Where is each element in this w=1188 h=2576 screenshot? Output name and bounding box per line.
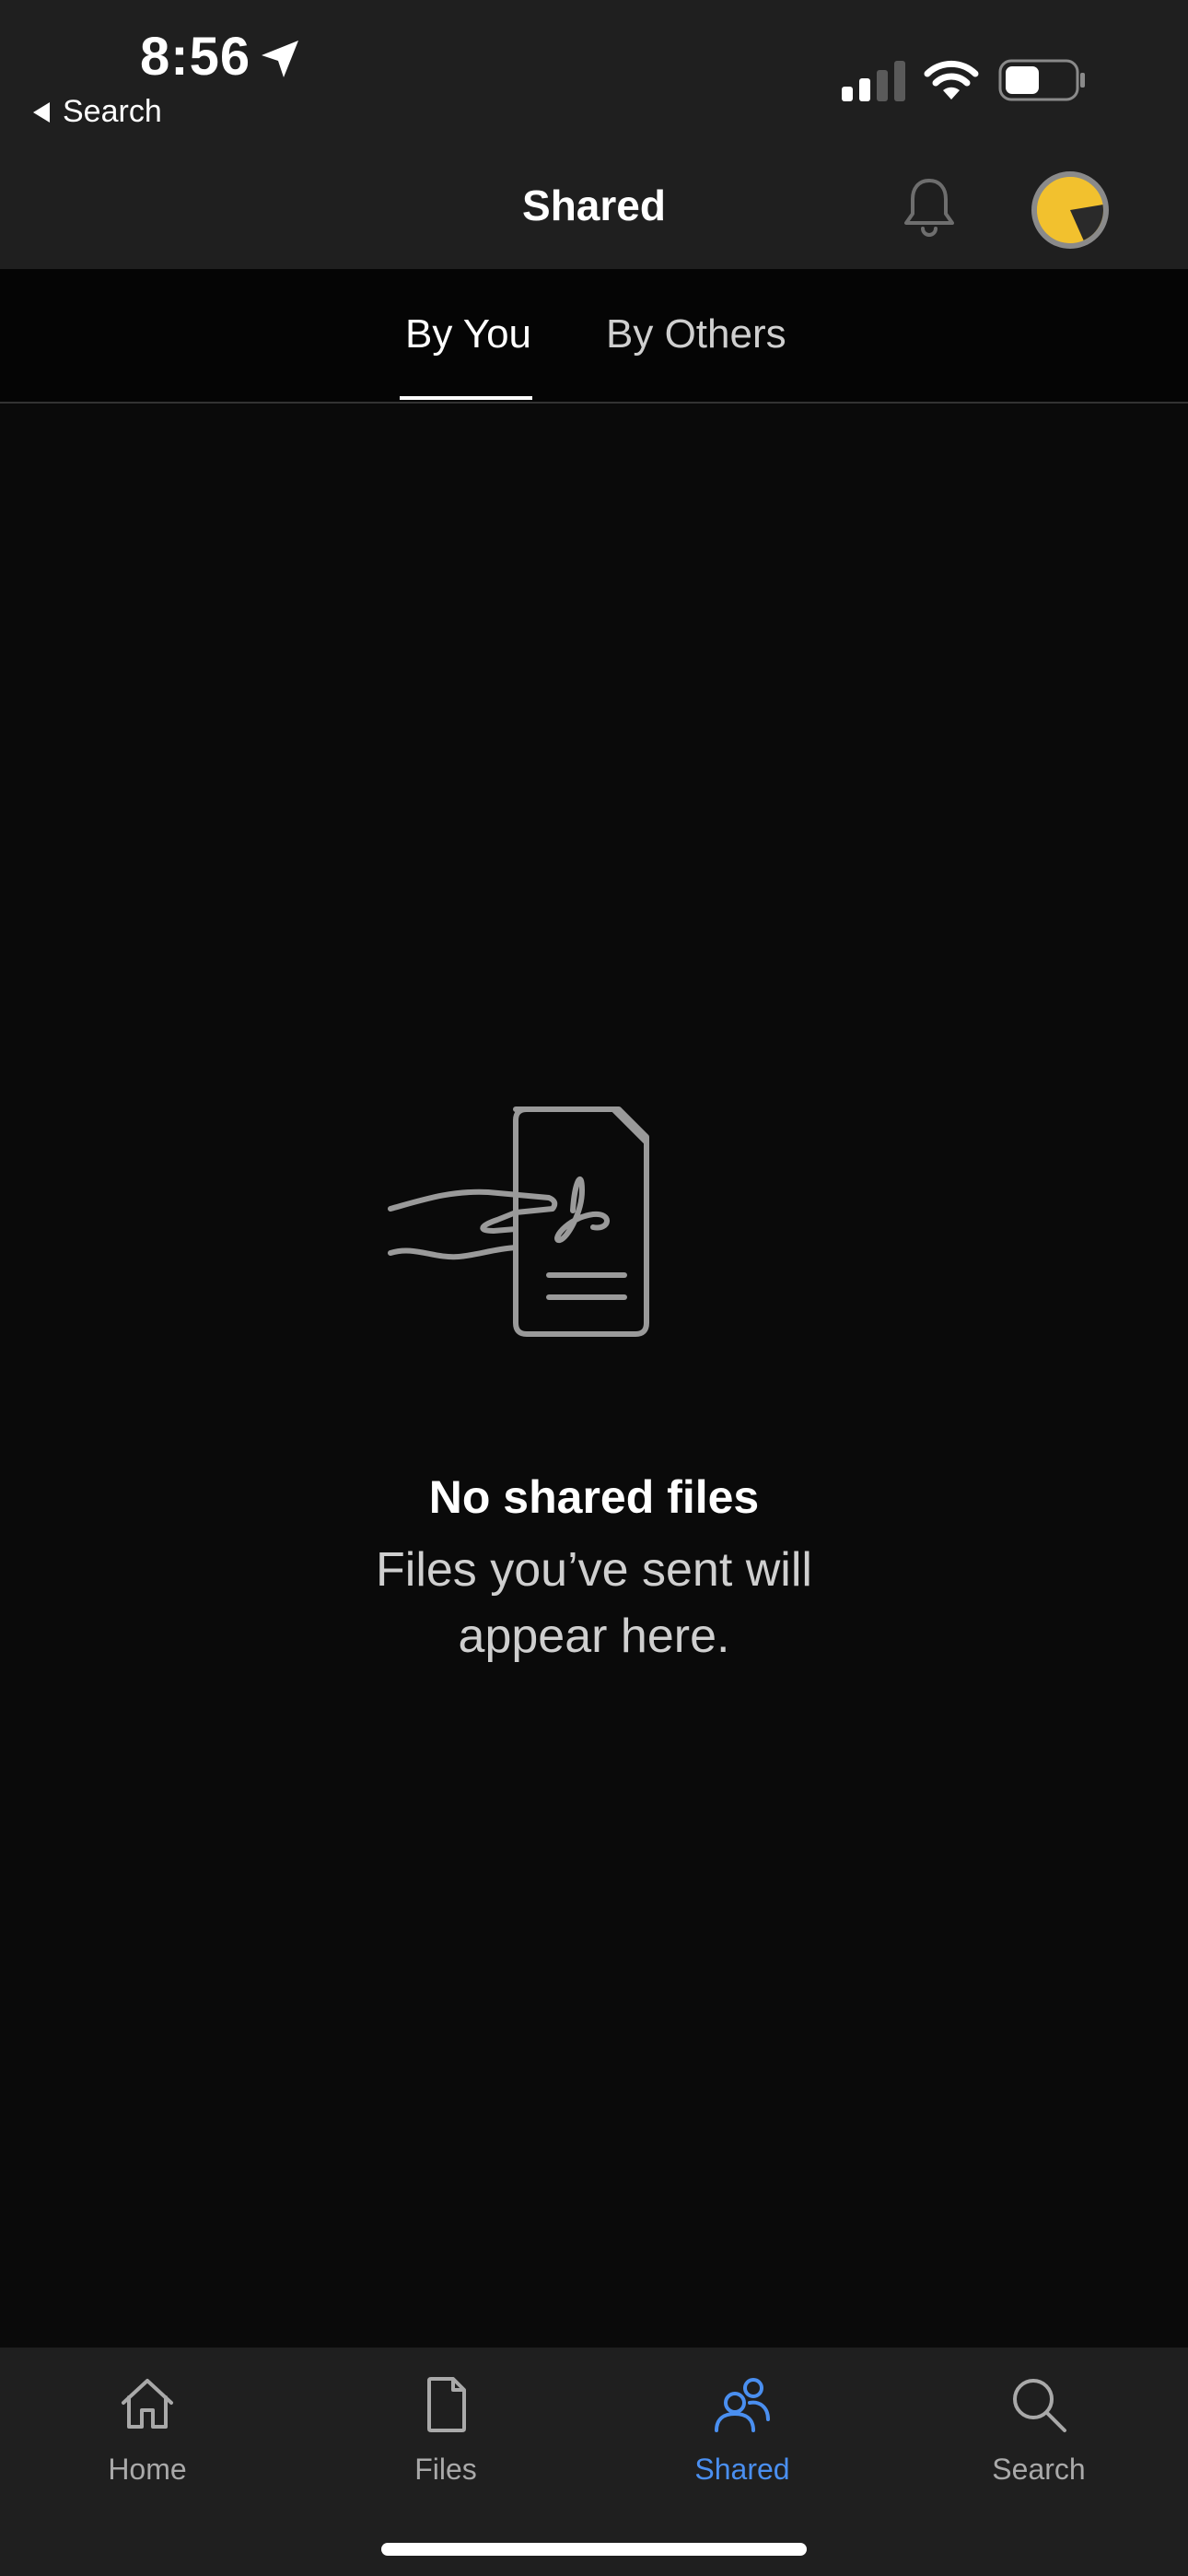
nav-search[interactable]: Search — [947, 2371, 1131, 2487]
nav-search-label: Search — [992, 2453, 1086, 2486]
back-triangle-icon — [33, 101, 50, 123]
wifi-icon — [924, 60, 979, 100]
notification-bell-icon[interactable] — [901, 175, 958, 238]
empty-state-title: No shared files — [428, 1471, 760, 1523]
file-icon — [427, 2377, 466, 2432]
back-to-search-button[interactable]: Search — [33, 94, 162, 130]
home-icon — [122, 2379, 173, 2429]
avatar-graphic — [1037, 177, 1103, 243]
search-icon — [1013, 2379, 1066, 2432]
bottom-tab-bar: Home Files Shared Search — [0, 2348, 1188, 2576]
top-navigation-bar: Shared — [0, 138, 1188, 269]
nav-shared[interactable]: Shared — [650, 2371, 834, 2487]
page-title: Shared — [522, 181, 666, 229]
empty-state-subtitle: Files you’ve sent will appear here. — [376, 1543, 812, 1663]
nav-files[interactable]: Files — [354, 2371, 538, 2487]
nav-home-label: Home — [108, 2453, 187, 2486]
nav-home[interactable]: Home — [55, 2371, 239, 2487]
active-tab-indicator — [400, 396, 532, 400]
shared-people-icon — [715, 2378, 770, 2432]
cellular-signal-icon — [842, 61, 905, 101]
profile-avatar[interactable] — [1031, 171, 1109, 249]
home-indicator — [381, 2543, 807, 2556]
nav-shared-label: Shared — [694, 2453, 790, 2486]
shared-tabs: By You By Others — [0, 269, 1188, 404]
tab-by-you[interactable]: By You — [405, 311, 531, 357]
location-arrow-icon — [262, 41, 298, 77]
battery-icon — [998, 59, 1085, 101]
status-time: 8:56 — [140, 27, 251, 87]
status-bar: 8:56 Search — [0, 0, 1188, 138]
shared-document-illustration — [388, 1107, 649, 1337]
empty-state: No shared files Files you’ve sent will a… — [0, 402, 1188, 2348]
nav-files-label: Files — [414, 2453, 477, 2486]
back-to-search-label: Search — [63, 94, 162, 129]
tab-by-others[interactable]: By Others — [606, 311, 786, 357]
